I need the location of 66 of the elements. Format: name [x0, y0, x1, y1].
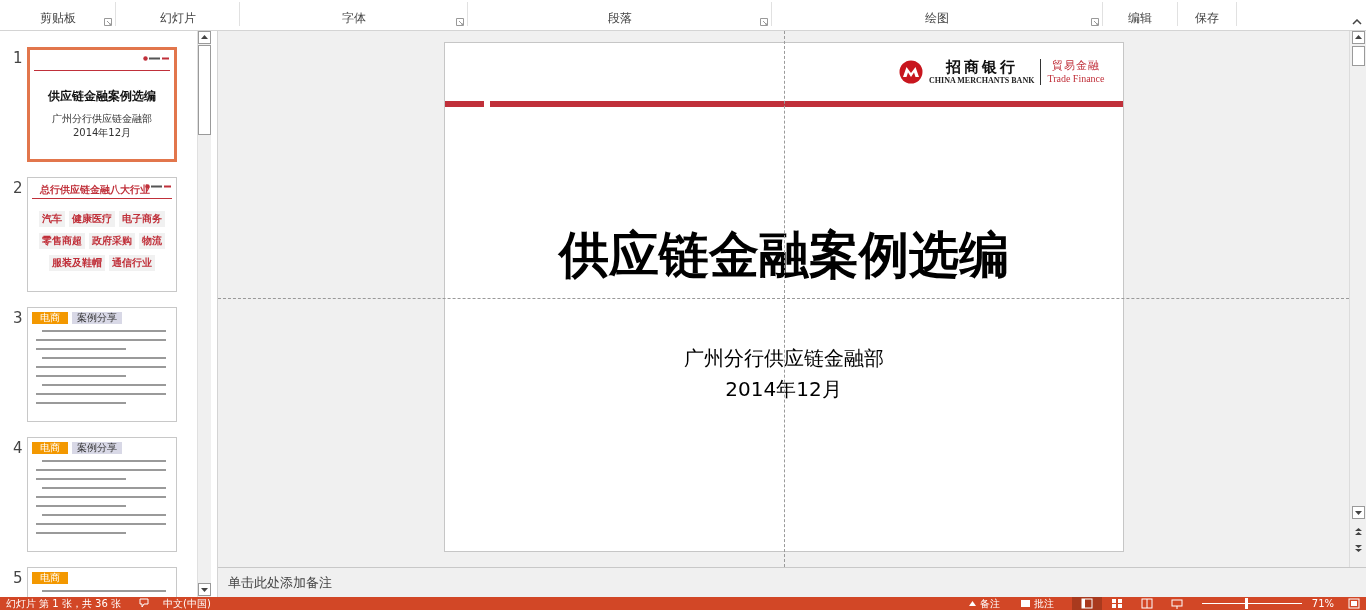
scroll-down-button[interactable]: [1351, 506, 1365, 519]
header-bar: [444, 101, 484, 107]
notes-placeholder[interactable]: 单击此处添加备注: [228, 573, 332, 592]
slide-number: 4: [12, 438, 24, 459]
division-english-name: Trade Finance: [1047, 73, 1105, 85]
thumbnail-subtitle: 广州分行供应链金融部: [52, 113, 152, 124]
slide-title[interactable]: 供应链金融案例选编: [444, 225, 1123, 285]
normal-view-button[interactable]: [1071, 597, 1102, 610]
normal-view-icon: [1080, 598, 1093, 609]
scroll-down-button[interactable]: [198, 583, 211, 596]
industry-label: 电子商务: [119, 211, 165, 227]
caret-icon: [967, 599, 977, 608]
slide-subtitle[interactable]: 2014年12月: [444, 374, 1123, 405]
slide-number: 5: [12, 568, 24, 589]
group-label: 剪贴板: [39, 11, 76, 25]
category-tag: 电商: [32, 572, 68, 584]
industry-label: 物流: [139, 233, 165, 249]
slide-thumbnail[interactable]: 电商 案例分享: [27, 437, 177, 552]
industry-label: 汽车: [39, 211, 65, 227]
scrollbar-thumb[interactable]: [1351, 46, 1365, 66]
dialog-launcher-icon[interactable]: [760, 18, 768, 26]
bank-name: 招商银行: [945, 59, 1018, 76]
fit-to-window-icon[interactable]: [1348, 598, 1360, 609]
dialog-launcher-icon[interactable]: [456, 18, 464, 26]
bank-english-name: CHINA MERCHANTS BANK: [929, 76, 1035, 85]
zoom-slider-thumb[interactable]: [1245, 598, 1249, 609]
slide-number: 3: [12, 308, 24, 329]
group-label: 绘图: [925, 11, 949, 25]
industry-label: 零售商超: [39, 233, 85, 249]
reading-view-icon: [1140, 598, 1153, 609]
spell-check-icon[interactable]: [137, 598, 151, 609]
slide-sorter-icon: [1110, 598, 1123, 609]
thumbnail-subtitle: 2014年12月: [72, 127, 132, 138]
dialog-launcher-icon[interactable]: [104, 18, 112, 26]
group-label: 字体: [341, 11, 366, 25]
industry-label: 通信行业: [109, 255, 155, 271]
collapse-ribbon-icon[interactable]: [1352, 19, 1362, 25]
group-label: 编辑: [1128, 11, 1152, 25]
category-tag: 电商: [32, 312, 68, 324]
scrollbar-thumb[interactable]: [198, 45, 211, 135]
zoom-level[interactable]: 71%: [1311, 597, 1334, 610]
section-label: 案例分享: [72, 312, 122, 324]
industry-label: 政府采购: [89, 233, 135, 249]
group-label: 幻灯片: [159, 11, 196, 25]
comments-button[interactable]: 批注: [1019, 597, 1054, 610]
scroll-up-button[interactable]: [198, 31, 211, 44]
industry-label: 服装及鞋帽: [49, 255, 105, 271]
slide-thumbnail[interactable]: 供应链金融案例选编 广州分行供应链金融部 2014年12月: [27, 47, 177, 162]
category-tag: 电商: [32, 442, 68, 454]
group-label: 段落: [607, 11, 632, 25]
language-indicator[interactable]: 中文(中国): [163, 597, 211, 610]
slide-show-icon: [1170, 598, 1183, 609]
division-name: 貿易金融: [1051, 59, 1100, 73]
comment-icon: [1019, 599, 1031, 608]
industry-label: 健康医疗: [69, 211, 115, 227]
section-label: 案例分享: [72, 442, 122, 454]
notes-button[interactable]: 备注: [967, 597, 1000, 610]
slide-subtitle[interactable]: 广州分行供应链金融部: [444, 343, 1123, 374]
thumbnail-title: 供应链金融案例选编: [48, 88, 156, 105]
slide-number: 2: [12, 178, 24, 199]
dialog-launcher-icon[interactable]: [1091, 18, 1099, 26]
slide-number: 1: [12, 48, 24, 69]
scroll-up-button[interactable]: [1351, 31, 1365, 44]
group-label: 保存: [1195, 11, 1219, 25]
slide-thumbnail[interactable]: 电商 案例分享: [27, 307, 177, 422]
slide-counter: 幻灯片 第 1 张，共 36 张: [6, 597, 121, 610]
